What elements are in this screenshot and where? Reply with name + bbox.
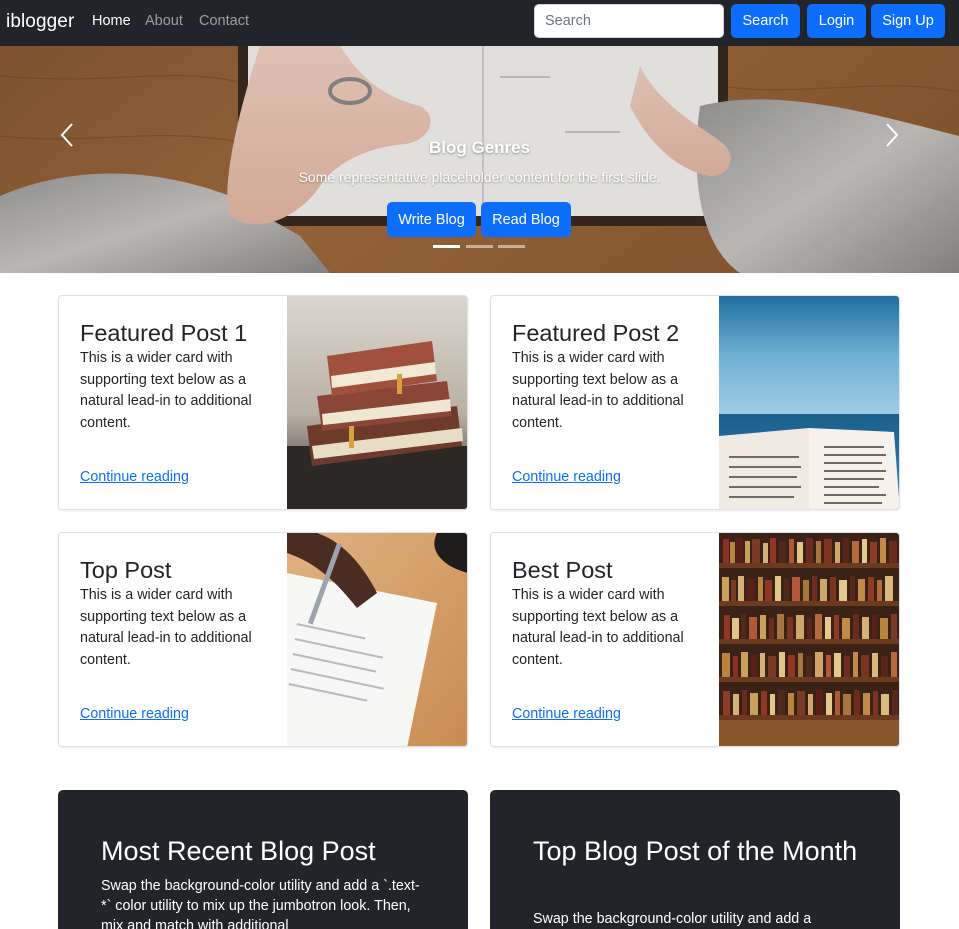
jumbotron-title: Top Blog Post of the Month — [533, 836, 858, 866]
jumbotron-text: Swap the background-color utility and ad… — [101, 878, 420, 929]
card-title: Best Post — [512, 557, 613, 583]
search-button[interactable]: Search — [731, 4, 800, 38]
write-blog-button[interactable]: Write Blog — [387, 202, 476, 237]
login-button[interactable]: Login — [807, 4, 866, 38]
nav-link-home[interactable]: Home — [92, 13, 131, 29]
carousel-indicator-2[interactable] — [466, 245, 493, 248]
most-recent-jumbotron: Most Recent Blog Post Swap the backgroun… — [58, 790, 468, 929]
hero-carousel: Blog Genres Some representative placehol… — [0, 46, 959, 273]
featured-post-1-card: Featured Post 1 This is a wider card wit… — [58, 295, 468, 510]
best-post-card: Best Post This is a wider card with supp… — [490, 532, 900, 747]
read-blog-button[interactable]: Read Blog — [481, 202, 571, 237]
top-of-month-jumbotron: Top Blog Post of the Month Swap the back… — [490, 790, 900, 929]
carousel-indicator-3[interactable] — [498, 245, 525, 248]
featured-post-2-card: Featured Post 2 This is a wider card wit… — [490, 295, 900, 510]
top-post-card: Top Post This is a wider card with suppo… — [58, 532, 468, 747]
brand-logo[interactable]: iblogger — [6, 11, 74, 33]
carousel-slide-image — [0, 46, 959, 273]
hand-writing-image — [287, 533, 467, 746]
carousel-title: Blog Genres — [428, 138, 531, 157]
bookshelf-image — [719, 533, 899, 746]
carousel-text: Some representative placeholder content … — [298, 169, 661, 185]
continue-reading-link[interactable]: Continue reading — [80, 469, 189, 485]
jumbotron-title: Most Recent Blog Post — [101, 836, 376, 866]
card-text: This is a wider card with supporting tex… — [80, 350, 252, 432]
card-title: Top Post — [80, 557, 172, 583]
continue-reading-link[interactable]: Continue reading — [80, 706, 189, 722]
continue-reading-link[interactable]: Continue reading — [512, 469, 621, 485]
card-text: This is a wider card with supporting tex… — [512, 587, 684, 669]
nav-link-contact[interactable]: Contact — [199, 13, 249, 29]
carousel-indicator-1[interactable] — [433, 245, 460, 248]
card-text: This is a wider card with supporting tex… — [80, 587, 252, 669]
card-title: Featured Post 2 — [512, 320, 680, 346]
search-input[interactable] — [534, 4, 724, 38]
card-title: Featured Post 1 — [80, 320, 248, 346]
navbar: iblogger Home About Contact Search Login… — [0, 0, 959, 46]
continue-reading-link[interactable]: Continue reading — [512, 706, 621, 722]
card-text: This is a wider card with supporting tex… — [512, 350, 684, 432]
jumbotron-text: Swap the background-color utility and ad… — [533, 911, 812, 927]
stacked-books-image — [287, 296, 467, 509]
open-book-by-sea-image — [719, 296, 899, 509]
nav-link-about[interactable]: About — [145, 13, 183, 29]
signup-button[interactable]: Sign Up — [871, 4, 945, 38]
